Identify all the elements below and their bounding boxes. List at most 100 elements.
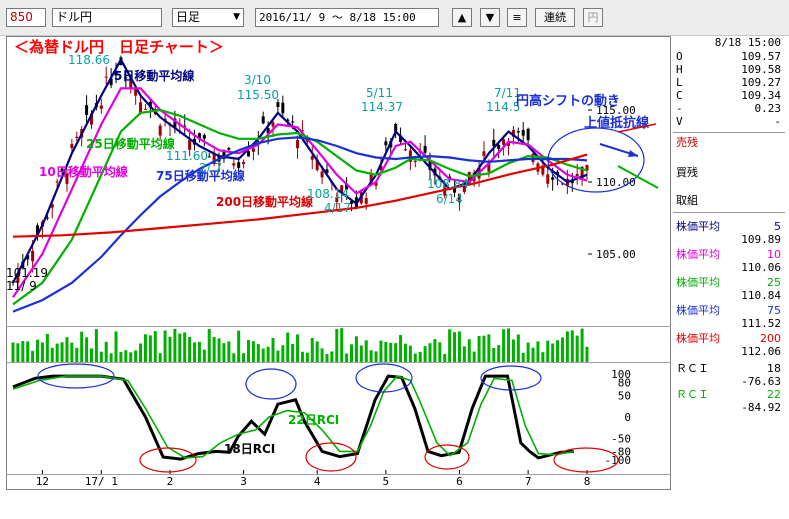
volume-bar bbox=[163, 330, 167, 362]
x-tick-label: 8 bbox=[584, 475, 591, 488]
volume-bar bbox=[178, 333, 182, 362]
continuous-button[interactable]: 連続 bbox=[535, 8, 575, 27]
ohlc-row-value: 109.57 bbox=[741, 50, 781, 63]
volume-bar bbox=[467, 339, 471, 362]
ohlc-row-label: V bbox=[676, 115, 683, 128]
x-tick-label: 17/ 1 bbox=[85, 475, 118, 488]
volume-bar bbox=[457, 331, 461, 362]
volume-bar bbox=[325, 353, 329, 362]
volume-bar bbox=[305, 352, 309, 362]
ma-period: 75 bbox=[767, 304, 781, 317]
scroll-down-button[interactable]: ▼ bbox=[480, 8, 500, 27]
annotation-trough-jun-value: 108.84 bbox=[427, 177, 469, 191]
volume-bar bbox=[364, 340, 368, 362]
candle-body bbox=[413, 160, 417, 162]
annotation-peak-mar-date: 3/10 bbox=[244, 73, 271, 87]
toolbar: 850 ドル円 日足 ▼ 2016/11/ 9 ～ 8/18 15:00 ▲ ▼… bbox=[0, 0, 789, 36]
volume-bar bbox=[50, 347, 54, 362]
volume-bar bbox=[462, 346, 466, 362]
volume-bar bbox=[276, 350, 280, 362]
candle-body bbox=[320, 171, 324, 178]
rci-value-row: -84.92 bbox=[673, 401, 785, 414]
ohlc-row-value: 109.58 bbox=[741, 63, 781, 76]
symbol-name-field[interactable]: ドル円 bbox=[52, 8, 162, 27]
volume-bar bbox=[384, 341, 388, 362]
volume-bar bbox=[139, 343, 143, 362]
sell-rest-label: 売残 bbox=[676, 136, 698, 149]
ohlc-row: L 109.27 bbox=[673, 76, 785, 89]
volume-bar bbox=[300, 351, 304, 362]
info-panel: 8/18 15:00 O 109.57 H 109.58 L 109.27 C 109.34-… bbox=[673, 36, 785, 518]
volume-bar bbox=[256, 344, 260, 362]
volume-bar bbox=[585, 346, 589, 362]
rci-row: ＲＣＩ 22 bbox=[673, 388, 785, 401]
volume-bar bbox=[207, 329, 211, 362]
volume-bar bbox=[261, 348, 265, 362]
candle-body bbox=[276, 102, 280, 108]
volume-bar bbox=[511, 339, 515, 362]
rci22-label: 22日RCI bbox=[288, 413, 339, 427]
candle-body bbox=[423, 145, 427, 153]
volume-bar bbox=[168, 336, 172, 362]
volume-bar bbox=[85, 337, 89, 362]
volume-bar bbox=[379, 340, 383, 362]
volume-bar bbox=[266, 346, 270, 362]
annotation-low-value: 101.19 bbox=[6, 266, 48, 280]
annotation-trough-apr-date: 4/17 bbox=[324, 201, 351, 215]
candle-body bbox=[55, 181, 59, 183]
volume-bar bbox=[70, 342, 74, 362]
date-range-field[interactable]: 2016/11/ 9 ～ 8/18 15:00 bbox=[255, 8, 439, 27]
rci18-label: 18日RCI bbox=[224, 442, 275, 456]
ma-value-row-value: 110.06 bbox=[741, 261, 781, 274]
period-select[interactable]: 日足 ▼ bbox=[172, 8, 244, 27]
ma-value-row: 112.06 bbox=[673, 345, 785, 358]
x-tick-label: 3 bbox=[240, 475, 247, 488]
ohlc-row-label: H bbox=[676, 63, 683, 76]
volume-bar bbox=[237, 330, 241, 362]
volume-bar bbox=[31, 350, 35, 362]
ma-row-label: 株価平均 bbox=[676, 276, 720, 289]
volume-bar bbox=[60, 342, 64, 362]
volume-bar bbox=[286, 332, 290, 362]
scroll-up-button[interactable]: ▲ bbox=[452, 8, 472, 27]
volume-bar bbox=[330, 351, 334, 362]
volume-bar bbox=[315, 341, 319, 362]
ma-row-label: 株価平均 bbox=[676, 248, 720, 261]
volume-bar bbox=[104, 341, 108, 362]
price-chart: 115.00110.00105.00＜為替ドル円 日足チャート＞5日移動平均線1… bbox=[6, 36, 671, 490]
volume-bar bbox=[472, 351, 476, 362]
volume-bar bbox=[354, 336, 358, 362]
annotation-high-value: 118.66 bbox=[68, 53, 110, 67]
volume-bar bbox=[134, 350, 138, 362]
x-tick-label: 6 bbox=[456, 475, 463, 488]
rci-highlight-ellipse bbox=[139, 447, 197, 473]
buy-rest-label: 買残 bbox=[676, 166, 698, 179]
yen-button[interactable]: 円 bbox=[583, 8, 603, 27]
volume-bar bbox=[183, 332, 187, 362]
candle-body bbox=[403, 149, 407, 151]
volume-bar bbox=[232, 353, 236, 362]
volume-bar bbox=[399, 335, 403, 362]
volume-bar bbox=[482, 335, 486, 362]
ma-value-row-value: 111.52 bbox=[741, 317, 781, 330]
ma-row: 株価平均 25 bbox=[673, 276, 785, 289]
rci-row-label: ＲＣＩ bbox=[676, 362, 709, 375]
buy-rest-row: 買残 bbox=[673, 166, 785, 179]
menu-button[interactable]: ≡ bbox=[507, 8, 527, 27]
price-tick-label: 105.00 bbox=[596, 248, 636, 261]
rci-tick-label: -50 bbox=[611, 433, 631, 446]
ohlc-row-value: 109.27 bbox=[741, 76, 781, 89]
ma-period: 25 bbox=[767, 276, 781, 289]
ma-value-row: 110.84 bbox=[673, 289, 785, 302]
volume-bar bbox=[65, 337, 69, 362]
ohlc-row: H 109.58 bbox=[673, 63, 785, 76]
x-tick-label: 2 bbox=[167, 475, 174, 488]
volume-bar bbox=[575, 335, 579, 362]
volume-bar bbox=[129, 352, 133, 362]
ma-line-10日移動平均線 bbox=[12, 87, 588, 298]
volume-bar bbox=[227, 341, 231, 362]
volume-bar bbox=[153, 331, 157, 362]
symbol-code-field[interactable]: 850 bbox=[6, 8, 46, 27]
volume-bar bbox=[188, 337, 192, 362]
volume-bar bbox=[403, 343, 407, 362]
